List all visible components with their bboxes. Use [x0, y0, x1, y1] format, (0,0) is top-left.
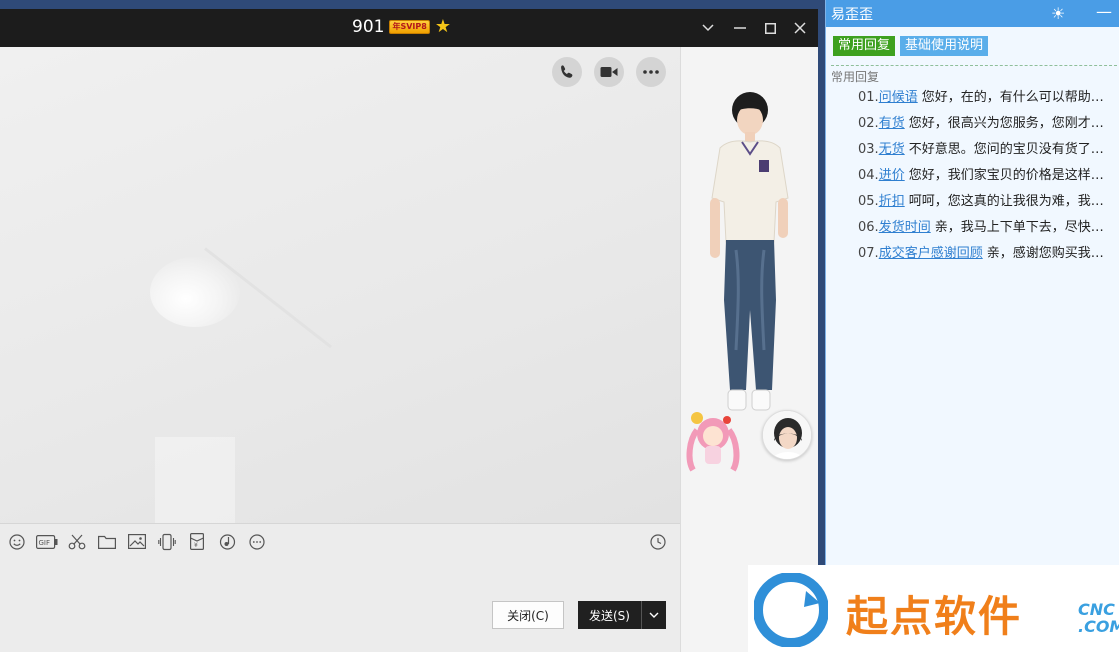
- vip-badge: 年SVIP8: [389, 20, 430, 34]
- reply-panel-header: 易歪歪: [826, 0, 1119, 27]
- message-area[interactable]: [0, 47, 680, 523]
- watermark-text: 起点软件: [846, 592, 1023, 641]
- maximize-icon[interactable]: [758, 16, 782, 40]
- reply-list: 01.问候语 您好，在的，有什么可以帮助您... 02.有货 您好，很高兴为您服务，…: [858, 88, 1116, 270]
- reply-text: 不好意思。您问的宝贝没有货了，...: [908, 142, 1116, 157]
- reply-number: 04.: [858, 168, 879, 183]
- watermark-suffix-bottom: .COM: [1078, 617, 1119, 636]
- reply-text: 您好，很高兴为您服务，您刚才说...: [908, 116, 1116, 131]
- close-button[interactable]: 关闭(C): [492, 601, 564, 629]
- reply-keyword-link[interactable]: 成交客户感谢回顾: [879, 246, 983, 261]
- reply-keyword-link[interactable]: 有货: [879, 116, 905, 131]
- divider: [831, 65, 1117, 66]
- reply-keyword-link[interactable]: 问候语: [879, 90, 918, 105]
- send-button-label: 发送(S): [589, 608, 630, 623]
- quick-reply-panel: 易歪歪 ☀ — 常用回复 基础使用说明 常用回复 01.问候语 您好，在的，有什么…: [825, 0, 1119, 652]
- reply-keyword-link[interactable]: 无货: [879, 142, 905, 157]
- reply-keyword-link[interactable]: 折扣: [879, 194, 905, 209]
- more-options-icon[interactable]: [636, 57, 666, 87]
- list-item[interactable]: 03.无货 不好意思。您问的宝贝没有货了，...: [858, 140, 1116, 166]
- list-item[interactable]: 05.折扣 呵呵，您这真的让我很为难，我请...: [858, 192, 1116, 218]
- list-item[interactable]: 07.成交客户感谢回顾 亲，感谢您购买我们...: [858, 244, 1116, 270]
- reply-tabs: 常用回复 基础使用说明: [833, 36, 989, 56]
- reply-text: 呵呵，您这真的让我很为难，我请...: [908, 194, 1116, 209]
- watermark-suffix-top: CNC: [1078, 600, 1115, 619]
- tab-usage-guide[interactable]: 基础使用说明: [900, 36, 989, 56]
- image-icon[interactable]: [125, 530, 149, 554]
- scissors-icon[interactable]: [65, 530, 89, 554]
- title-bar: 901 年SVIP8 ★: [0, 9, 818, 47]
- reply-text: 您好，我们家宝贝的价格是这样的...: [908, 168, 1116, 183]
- chevron-down-icon[interactable]: [696, 16, 720, 40]
- music-icon[interactable]: [215, 530, 239, 554]
- reply-number: 06.: [858, 220, 879, 235]
- minimize-icon[interactable]: [728, 16, 752, 40]
- list-item[interactable]: 04.进价 您好，我们家宝贝的价格是这样的...: [858, 166, 1116, 192]
- video-icon[interactable]: [594, 57, 624, 87]
- cartoon-pet-avatar: [683, 410, 741, 472]
- reply-keyword-link[interactable]: 发货时间: [879, 220, 931, 235]
- close-icon[interactable]: [788, 16, 812, 40]
- input-toolbar: GIF ¥: [0, 523, 680, 559]
- star-icon[interactable]: ★: [435, 18, 451, 36]
- minimize-icon[interactable]: —: [1096, 2, 1112, 21]
- shake-icon[interactable]: [155, 530, 179, 554]
- show-avatar-figure: [706, 90, 792, 420]
- chat-window: 901 年SVIP8 ★ GIF ¥: [0, 9, 818, 652]
- svg-text:GIF: GIF: [39, 539, 51, 547]
- title-group: 901 年SVIP8 ★: [352, 17, 451, 37]
- send-button[interactable]: 发送(S): [578, 601, 666, 629]
- reply-number: 03.: [858, 142, 879, 157]
- watermark-suffix: CNC .COM: [1078, 601, 1119, 635]
- watermark-logo-icon: [753, 572, 829, 648]
- reply-text: 亲，感谢您购买我们...: [986, 246, 1116, 261]
- list-item[interactable]: 02.有货 您好，很高兴为您服务，您刚才说...: [858, 114, 1116, 140]
- clock-icon[interactable]: [646, 530, 670, 554]
- chat-title: 901: [352, 17, 385, 37]
- list-item[interactable]: 01.问候语 您好，在的，有什么可以帮助您...: [858, 88, 1116, 114]
- reply-number: 01.: [858, 90, 879, 105]
- reply-text: 亲，我马上下单下去，尽快给...: [934, 220, 1116, 235]
- contact-avatar[interactable]: [762, 410, 812, 460]
- more-tools-icon[interactable]: [245, 530, 269, 554]
- watermark: 起点软件 CNC .COM: [748, 565, 1119, 652]
- chevron-down-icon[interactable]: [641, 601, 666, 629]
- emoji-icon[interactable]: [5, 530, 29, 554]
- red-packet-icon[interactable]: ¥: [185, 530, 209, 554]
- background-shadow: [155, 437, 235, 523]
- reply-number: 02.: [858, 116, 879, 131]
- reply-number: 07.: [858, 246, 879, 261]
- reply-number: 05.: [858, 194, 879, 209]
- sun-icon[interactable]: ☀: [1051, 4, 1065, 23]
- reply-keyword-link[interactable]: 进价: [879, 168, 905, 183]
- tab-common-replies[interactable]: 常用回复: [833, 36, 896, 56]
- gif-icon[interactable]: GIF: [35, 530, 59, 554]
- reply-text: 您好，在的，有什么可以帮助您...: [921, 90, 1116, 105]
- phone-icon[interactable]: [552, 57, 582, 87]
- list-item[interactable]: 06.发货时间 亲，我马上下单下去，尽快给...: [858, 218, 1116, 244]
- reply-panel-title: 易歪歪: [831, 6, 873, 23]
- section-label: 常用回复: [831, 70, 880, 84]
- folder-icon[interactable]: [95, 530, 119, 554]
- svg-text:¥: ¥: [194, 542, 198, 549]
